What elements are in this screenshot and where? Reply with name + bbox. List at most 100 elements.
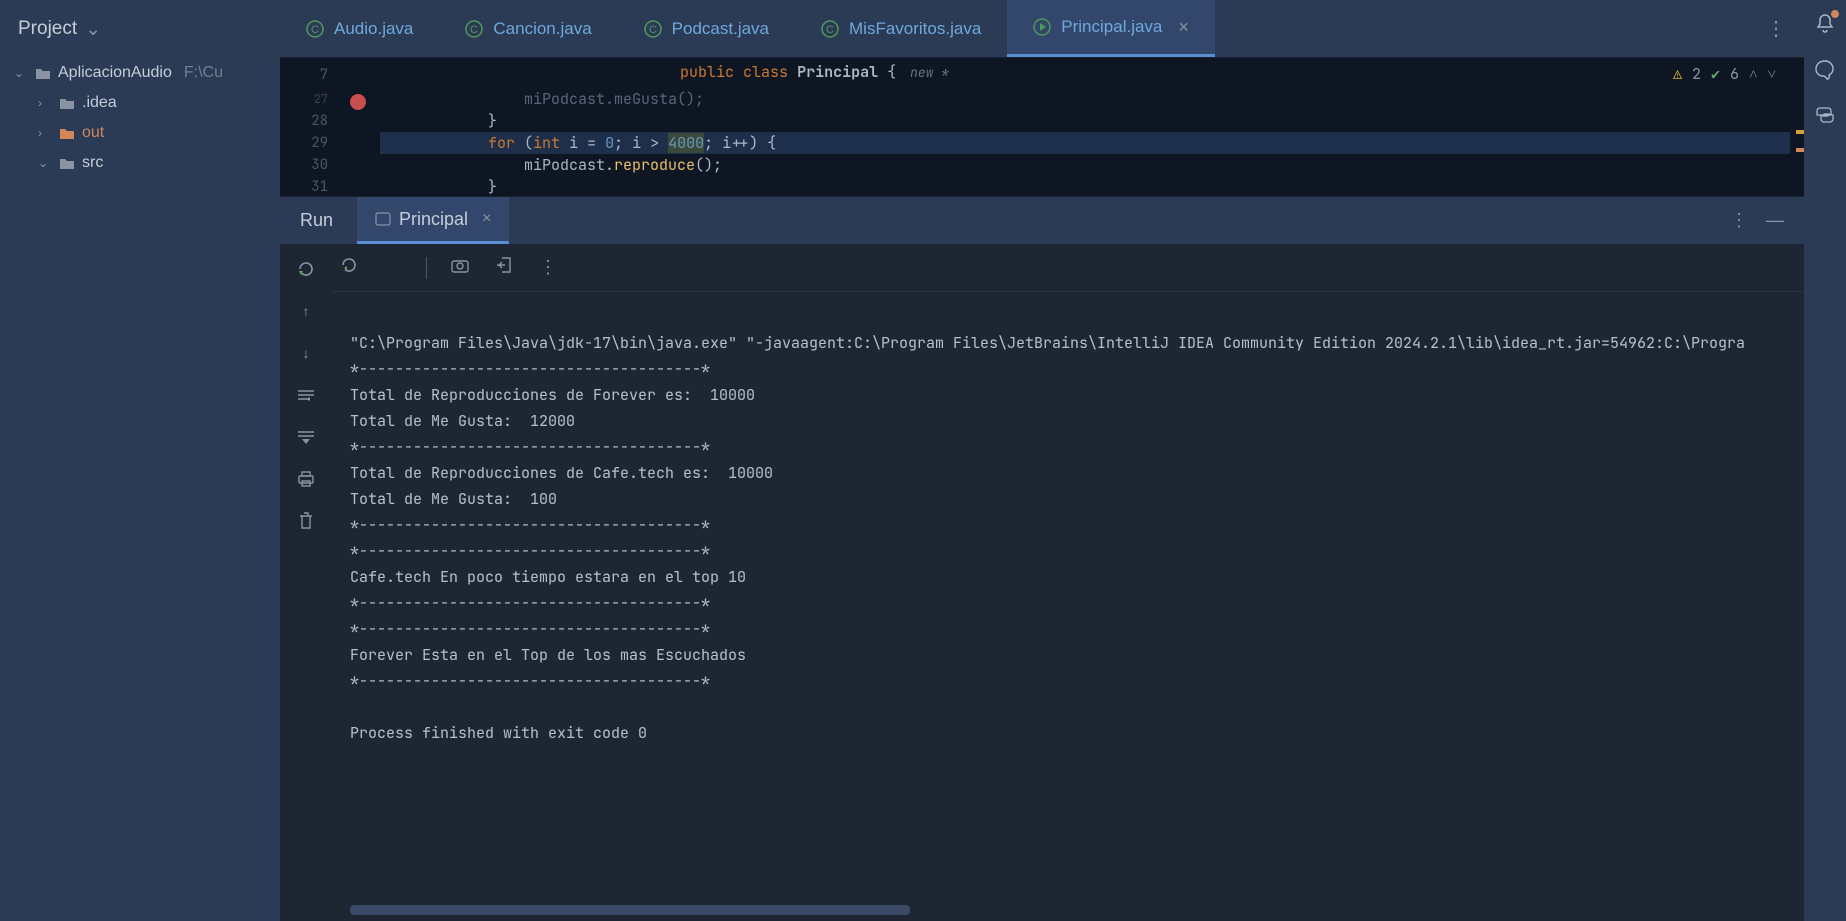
code-text: miPodcast.meGusta(); — [380, 89, 704, 109]
kw-int: int — [533, 133, 560, 153]
line-number: 31 — [280, 176, 328, 196]
notifications-icon[interactable] — [1813, 12, 1837, 36]
stripe-mark[interactable] — [1796, 148, 1804, 152]
tabs-more-icon[interactable]: ⋮ — [1748, 16, 1804, 41]
console-output[interactable]: "C:\Program Files\Java\jdk-17\bin\java.e… — [332, 292, 1804, 921]
code-body[interactable]: public class Principal { new * ⚠2 ✔6 ˄ ˅… — [380, 58, 1790, 196]
center-panel: C Audio.java C Cancion.java C Podcast.ja… — [280, 0, 1804, 921]
minimize-icon[interactable]: — — [1766, 210, 1784, 231]
close-icon[interactable]: × — [482, 210, 491, 228]
run-top-toolbar: ⋮ — [332, 244, 1804, 292]
folder-icon — [58, 97, 76, 110]
code-text: i = — [560, 133, 605, 153]
line-number: 28 — [280, 110, 328, 132]
tree-root[interactable]: ⌄ AplicacionAudio F:\Cu — [0, 58, 280, 88]
console-line: Forever Esta en el Top de los mas Escuch… — [350, 645, 746, 665]
code-text: ; i > — [614, 133, 668, 153]
code-text: } — [380, 111, 497, 131]
tree-folder-out[interactable]: › out — [0, 118, 280, 148]
folder-icon — [34, 67, 52, 80]
scroll-to-end-icon[interactable] — [295, 426, 317, 448]
chevron-down-icon: ⌄ — [85, 18, 101, 41]
root-name: AplicacionAudio — [58, 64, 172, 82]
num: 0 — [605, 133, 614, 153]
method: reproduce — [614, 155, 695, 175]
error-bulb-icon[interactable] — [350, 94, 366, 110]
line-number: 27 — [280, 88, 328, 110]
tree-folder-src[interactable]: ⌄ src — [0, 148, 280, 178]
brace: { — [887, 62, 896, 82]
project-title: Project — [18, 18, 77, 40]
breadcrumb-hint: new * — [910, 64, 949, 81]
up-arrow-icon[interactable]: ↑ — [295, 300, 317, 322]
line-gutter: 7 27 28 29 30 31 — [280, 58, 338, 196]
kw-for: for — [488, 133, 515, 153]
chevron-down-icon: ⌄ — [38, 156, 52, 170]
exit-icon[interactable] — [493, 256, 515, 279]
folder-icon — [58, 127, 76, 140]
soft-wrap-icon[interactable] — [295, 384, 317, 406]
editor[interactable]: 7 27 28 29 30 31 public class Principal … — [280, 58, 1804, 196]
tree-folder-idea[interactable]: › .idea — [0, 88, 280, 118]
class-icon: C — [465, 20, 483, 38]
warning-icon: ⚠ — [1673, 64, 1682, 84]
separator — [426, 257, 427, 279]
error-stripe[interactable] — [1790, 58, 1804, 196]
num: 4000 — [668, 133, 704, 153]
rerun-icon[interactable] — [338, 255, 360, 280]
close-icon[interactable]: × — [1178, 17, 1189, 38]
kw-class: class — [743, 62, 788, 82]
svg-text:C: C — [826, 24, 834, 36]
root-path: F:\Cu — [184, 64, 223, 82]
tab-principal[interactable]: Principal.java × — [1007, 0, 1215, 57]
breadcrumb[interactable]: public class Principal { new * — [680, 62, 949, 82]
tab-audio[interactable]: C Audio.java — [280, 0, 439, 57]
console-line: *--------------------------------------* — [350, 593, 710, 613]
tab-podcast[interactable]: C Podcast.java — [618, 0, 795, 57]
chevron-down-icon[interactable]: ˅ — [1768, 64, 1776, 84]
stripe-mark[interactable] — [1796, 130, 1804, 134]
folder-label: .idea — [82, 94, 117, 112]
chevron-right-icon: › — [38, 126, 52, 140]
trash-icon[interactable] — [295, 510, 317, 532]
run-side-toolbar: ↑ ↓ — [280, 244, 332, 921]
tab-cancion[interactable]: C Cancion.java — [439, 0, 617, 57]
code-text: } — [380, 177, 497, 196]
run-body: ↑ ↓ — [280, 244, 1804, 921]
chevron-down-icon: ⌄ — [14, 66, 28, 80]
python-icon[interactable] — [1813, 104, 1837, 128]
tab-label: Cancion.java — [493, 19, 591, 39]
terminal-icon — [375, 211, 391, 227]
project-header[interactable]: Project ⌄ — [0, 0, 280, 58]
gutter-icons — [338, 58, 380, 196]
svg-text:C: C — [311, 24, 319, 36]
folder-label: out — [82, 124, 104, 142]
tab-misfavoritos[interactable]: C MisFavoritos.java — [795, 0, 1007, 57]
class-icon: C — [644, 20, 662, 38]
code-text: ; i++) { — [704, 133, 776, 153]
down-arrow-icon[interactable]: ↓ — [295, 342, 317, 364]
rerun-icon[interactable] — [295, 258, 317, 280]
code-text: (); — [695, 155, 722, 175]
console-line: Total de Me Gusta: 100 — [350, 489, 557, 509]
inspections[interactable]: ⚠2 ✔6 ˄ ˅ — [1673, 64, 1776, 84]
line-number: 30 — [280, 154, 328, 176]
code-text: ( — [515, 133, 533, 153]
run-tab-principal[interactable]: Principal × — [357, 197, 509, 244]
chevron-up-icon[interactable]: ˄ — [1749, 64, 1757, 84]
horizontal-scrollbar[interactable] — [350, 905, 910, 915]
ai-assistant-icon[interactable] — [1813, 58, 1837, 82]
console-line: *--------------------------------------* — [350, 671, 710, 691]
console-line: *--------------------------------------* — [350, 541, 710, 561]
more-icon[interactable]: ⋮ — [537, 257, 559, 278]
camera-icon[interactable] — [449, 257, 471, 278]
check-icon: ✔ — [1711, 64, 1720, 84]
run-toolwindow-header: Run Principal × ⋮ — — [280, 196, 1804, 244]
more-icon[interactable]: ⋮ — [1730, 210, 1748, 231]
console-line: *--------------------------------------* — [350, 359, 710, 379]
tab-label: Podcast.java — [672, 19, 769, 39]
run-class-icon — [1033, 18, 1051, 36]
print-icon[interactable] — [295, 468, 317, 490]
dot: . — [605, 155, 614, 175]
run-tab-label: Principal — [399, 209, 468, 230]
